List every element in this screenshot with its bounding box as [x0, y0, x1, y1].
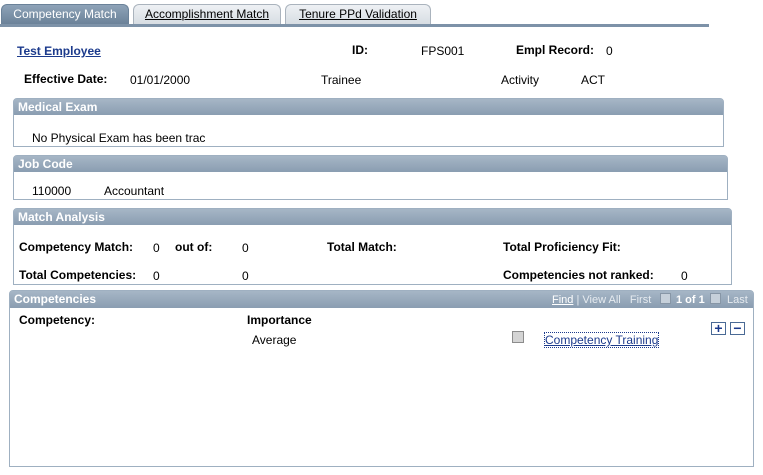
- id-label: ID:: [352, 43, 368, 57]
- match-analysis-group: Match Analysis Competency Match: 0 out o…: [13, 208, 732, 285]
- out-of-value: 0: [242, 241, 249, 255]
- add-row-button[interactable]: +: [711, 320, 726, 336]
- previous-arrow-icon[interactable]: [660, 293, 671, 304]
- grid-navigation: Find | View All First: [552, 292, 651, 308]
- view-all-link[interactable]: View All: [582, 294, 620, 306]
- employee-name-link[interactable]: Test Employee: [17, 44, 101, 58]
- total-match-label: Total Match:: [327, 240, 397, 254]
- effective-date-value: 01/01/2000: [130, 73, 191, 87]
- action-value: ACT: [581, 73, 605, 87]
- tab-competency-match[interactable]: Competency Match: [1, 4, 129, 24]
- medical-exam-header: Medical Exam: [14, 99, 723, 115]
- row-count: 1 of 1: [676, 294, 705, 306]
- competency-match-label: Competency Match:: [19, 240, 134, 254]
- job-code-description: Accountant: [104, 184, 165, 198]
- competencies-header: Competencies Find | View All First 1 of …: [10, 291, 753, 308]
- match-analysis-header: Match Analysis: [14, 209, 731, 225]
- competencies-grid: Competencies Find | View All First 1 of …: [9, 290, 754, 467]
- first-link[interactable]: First: [630, 294, 651, 306]
- medical-exam-text: No Physical Exam has been trac: [32, 131, 206, 145]
- tab-underline: [0, 24, 709, 27]
- total-competencies-value: 0: [153, 269, 160, 283]
- total-competencies-value-2: 0: [242, 269, 249, 283]
- tab-accomplishment-match[interactable]: Accomplishment Match: [133, 4, 281, 24]
- tab-label: Tenure PPd Validation: [299, 7, 417, 21]
- competency-checkbox[interactable]: [512, 331, 524, 343]
- job-code-group: Job Code 110000 Accountant: [13, 155, 728, 200]
- col-importance-header: Importance: [247, 313, 312, 327]
- tab-tenure-ppd-validation[interactable]: Tenure PPd Validation: [285, 4, 431, 24]
- plus-icon: +: [714, 320, 723, 336]
- empl-record-label: Empl Record:: [516, 43, 595, 57]
- minus-icon: −: [733, 320, 742, 336]
- empl-record-value: 0: [606, 44, 613, 58]
- total-proficiency-fit-label: Total Proficiency Fit:: [503, 240, 621, 254]
- tab-label: Competency Match: [13, 7, 117, 21]
- nav-separator: |: [576, 294, 580, 306]
- importance-value: Average: [252, 333, 297, 347]
- last-link[interactable]: Last: [727, 292, 748, 308]
- job-code-value: 110000: [32, 184, 72, 198]
- out-of-label: out of:: [175, 240, 213, 254]
- job-code-header: Job Code: [14, 156, 727, 172]
- medical-exam-group: Medical Exam No Physical Exam has been t…: [13, 98, 724, 147]
- total-competencies-label: Total Competencies:: [19, 268, 137, 282]
- competencies-not-ranked-label: Competencies not ranked:: [503, 268, 654, 282]
- delete-row-button[interactable]: −: [730, 320, 745, 336]
- competency-match-value: 0: [153, 241, 160, 255]
- find-link[interactable]: Find: [552, 294, 573, 306]
- competency-training-link[interactable]: Competency Training: [543, 332, 660, 348]
- tab-label: Accomplishment Match: [144, 7, 270, 21]
- competencies-not-ranked-value: 0: [681, 269, 688, 283]
- col-competency-header: Competency:: [19, 313, 96, 327]
- competencies-title: Competencies: [14, 292, 97, 306]
- action-label: Activity: [501, 73, 540, 87]
- id-value: FPS001: [421, 44, 465, 58]
- next-arrow-icon[interactable]: [710, 293, 721, 304]
- job-title: Trainee: [321, 73, 362, 87]
- effective-date-label: Effective Date:: [24, 72, 108, 86]
